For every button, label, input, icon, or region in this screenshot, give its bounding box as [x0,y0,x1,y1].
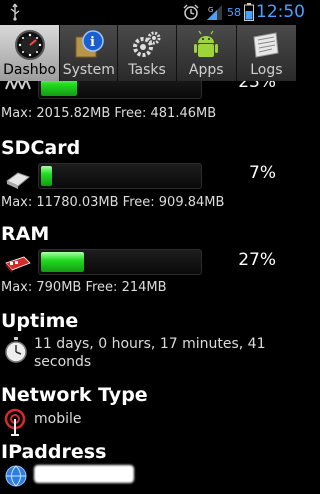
ram-percent: 27% [238,250,276,270]
tab-apps[interactable]: Apps [176,25,237,81]
ram-title: RAM [1,223,50,245]
ram-usage-bar [38,249,202,275]
tab-label: System [62,62,115,78]
tab-system[interactable]: i System [60,25,119,81]
internal-percent: 23% [238,81,276,92]
signal-icon: G [207,5,222,20]
tab-logs[interactable]: Logs [236,25,296,81]
stopwatch-icon [5,337,27,363]
ram-usage-fill [41,252,84,272]
usb-icon [10,3,20,21]
tab-dashboard[interactable]: Dashbo [0,25,61,81]
sdcard-title: SDCard [1,137,81,159]
internal-usage-bar [38,81,202,99]
network-value: mobile [34,411,82,427]
battery-icon [244,3,254,21]
tab-label: Dashbo [3,62,57,78]
sdcard-detail: Max: 11780.03MB Free: 909.84MB [1,195,225,210]
tab-tasks[interactable]: Tasks [118,25,177,81]
sdcard-usage-fill [41,166,52,186]
status-clock: 12:50 [256,2,305,22]
svg-text:G: G [208,6,213,14]
sdcard-percent: 7% [249,163,276,183]
tab-label: Apps [188,62,224,78]
antenna-icon [4,408,26,436]
storage-icon [5,81,31,90]
tab-label: Logs [250,62,283,78]
uptime-line-1: 11 days, 0 hours, 17 minutes, 41 [34,336,266,352]
logs-icon [253,32,279,58]
battery-percent: 58 [227,6,241,19]
tab-bar: Dashbo i System Tasks Apps Logs [0,25,296,81]
alarm-icon [183,4,199,20]
ram-icon [5,256,31,273]
internal-usage-fill [41,81,77,96]
network-title: Network Type [1,384,148,406]
ip-title: IPaddress [1,441,107,463]
android-icon [194,30,219,57]
sdcard-icon [6,172,30,189]
svg-text:i: i [90,35,95,50]
tab-label: Tasks [128,62,166,78]
dashboard-icon [14,30,45,60]
gears-icon [133,31,161,57]
uptime-line-2: seconds [34,354,92,370]
info-icon: i [75,30,104,58]
ip-redacted [34,465,134,483]
sdcard-usage-bar [38,163,202,189]
internal-detail: Max: 2015.82MB Free: 481.46MB [1,106,217,121]
status-bar: G 58 12:50 [0,0,305,25]
ram-detail: Max: 790MB Free: 214MB [1,280,167,295]
globe-icon [5,465,27,487]
dashboard-content[interactable]: 23% Max: 2015.82MB Free: 481.46MB SDCard… [0,81,296,494]
uptime-title: Uptime [1,310,79,332]
